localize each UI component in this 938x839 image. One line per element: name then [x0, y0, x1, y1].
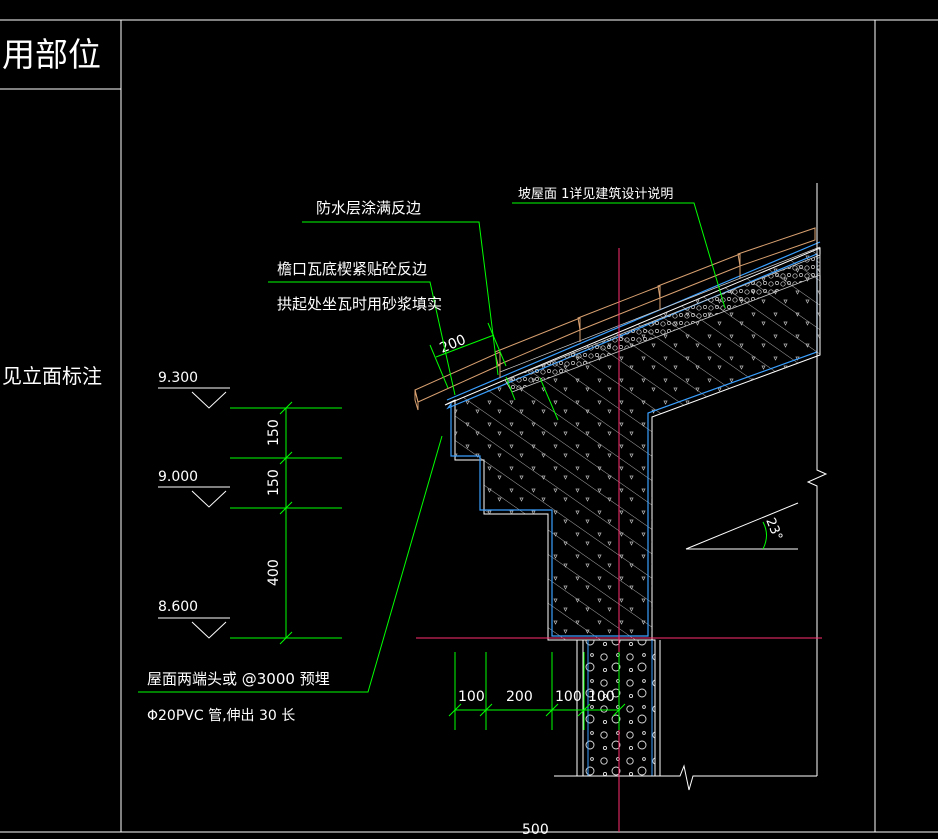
callout-pipe-note-2: Φ20PVC 管,伸出 30 长: [147, 708, 295, 724]
bottom-dimension: 500: [522, 822, 549, 838]
horizontal-dim-b: 200: [506, 689, 533, 705]
horizontal-dim-c: 100: [555, 689, 582, 705]
slope-indicator: 23°: [685, 502, 799, 550]
concrete-section: [444, 241, 821, 641]
callout-waterproof: 防水层涂满反边: [316, 199, 421, 217]
vertical-dimension-chain: [230, 401, 342, 645]
elevation-bottom: 8.600: [158, 599, 198, 615]
title-block-header: 用部位: [2, 35, 101, 74]
callout-roof-ref: 坡屋面 1详见建筑设计说明: [518, 186, 673, 202]
cad-drawing: 用部位 见立面标注 23° 9.300 9.000 8.600 150 150 …: [0, 19, 938, 838]
slope-angle-label: 23°: [762, 516, 785, 543]
callout-pipe-note-1: 屋面两端头或 @3000 预埋: [147, 670, 330, 688]
horizontal-dim-d: 100: [588, 689, 615, 705]
callout-eave-tile-2: 拱起处坐瓦时用砂浆填实: [277, 295, 442, 313]
horizontal-dim-a: 100: [458, 689, 485, 705]
vertical-dim-b: 150: [266, 469, 282, 496]
callout-eave-tile-1: 檐口瓦底楔紧贴砼反边: [277, 260, 427, 278]
vertical-dim-c: 400: [266, 559, 282, 586]
elevation-top: 9.300: [158, 370, 198, 386]
vertical-dim-a: 150: [266, 419, 282, 446]
title-block-row-text: 见立面标注: [2, 364, 102, 388]
elevation-mid: 9.000: [158, 469, 198, 485]
